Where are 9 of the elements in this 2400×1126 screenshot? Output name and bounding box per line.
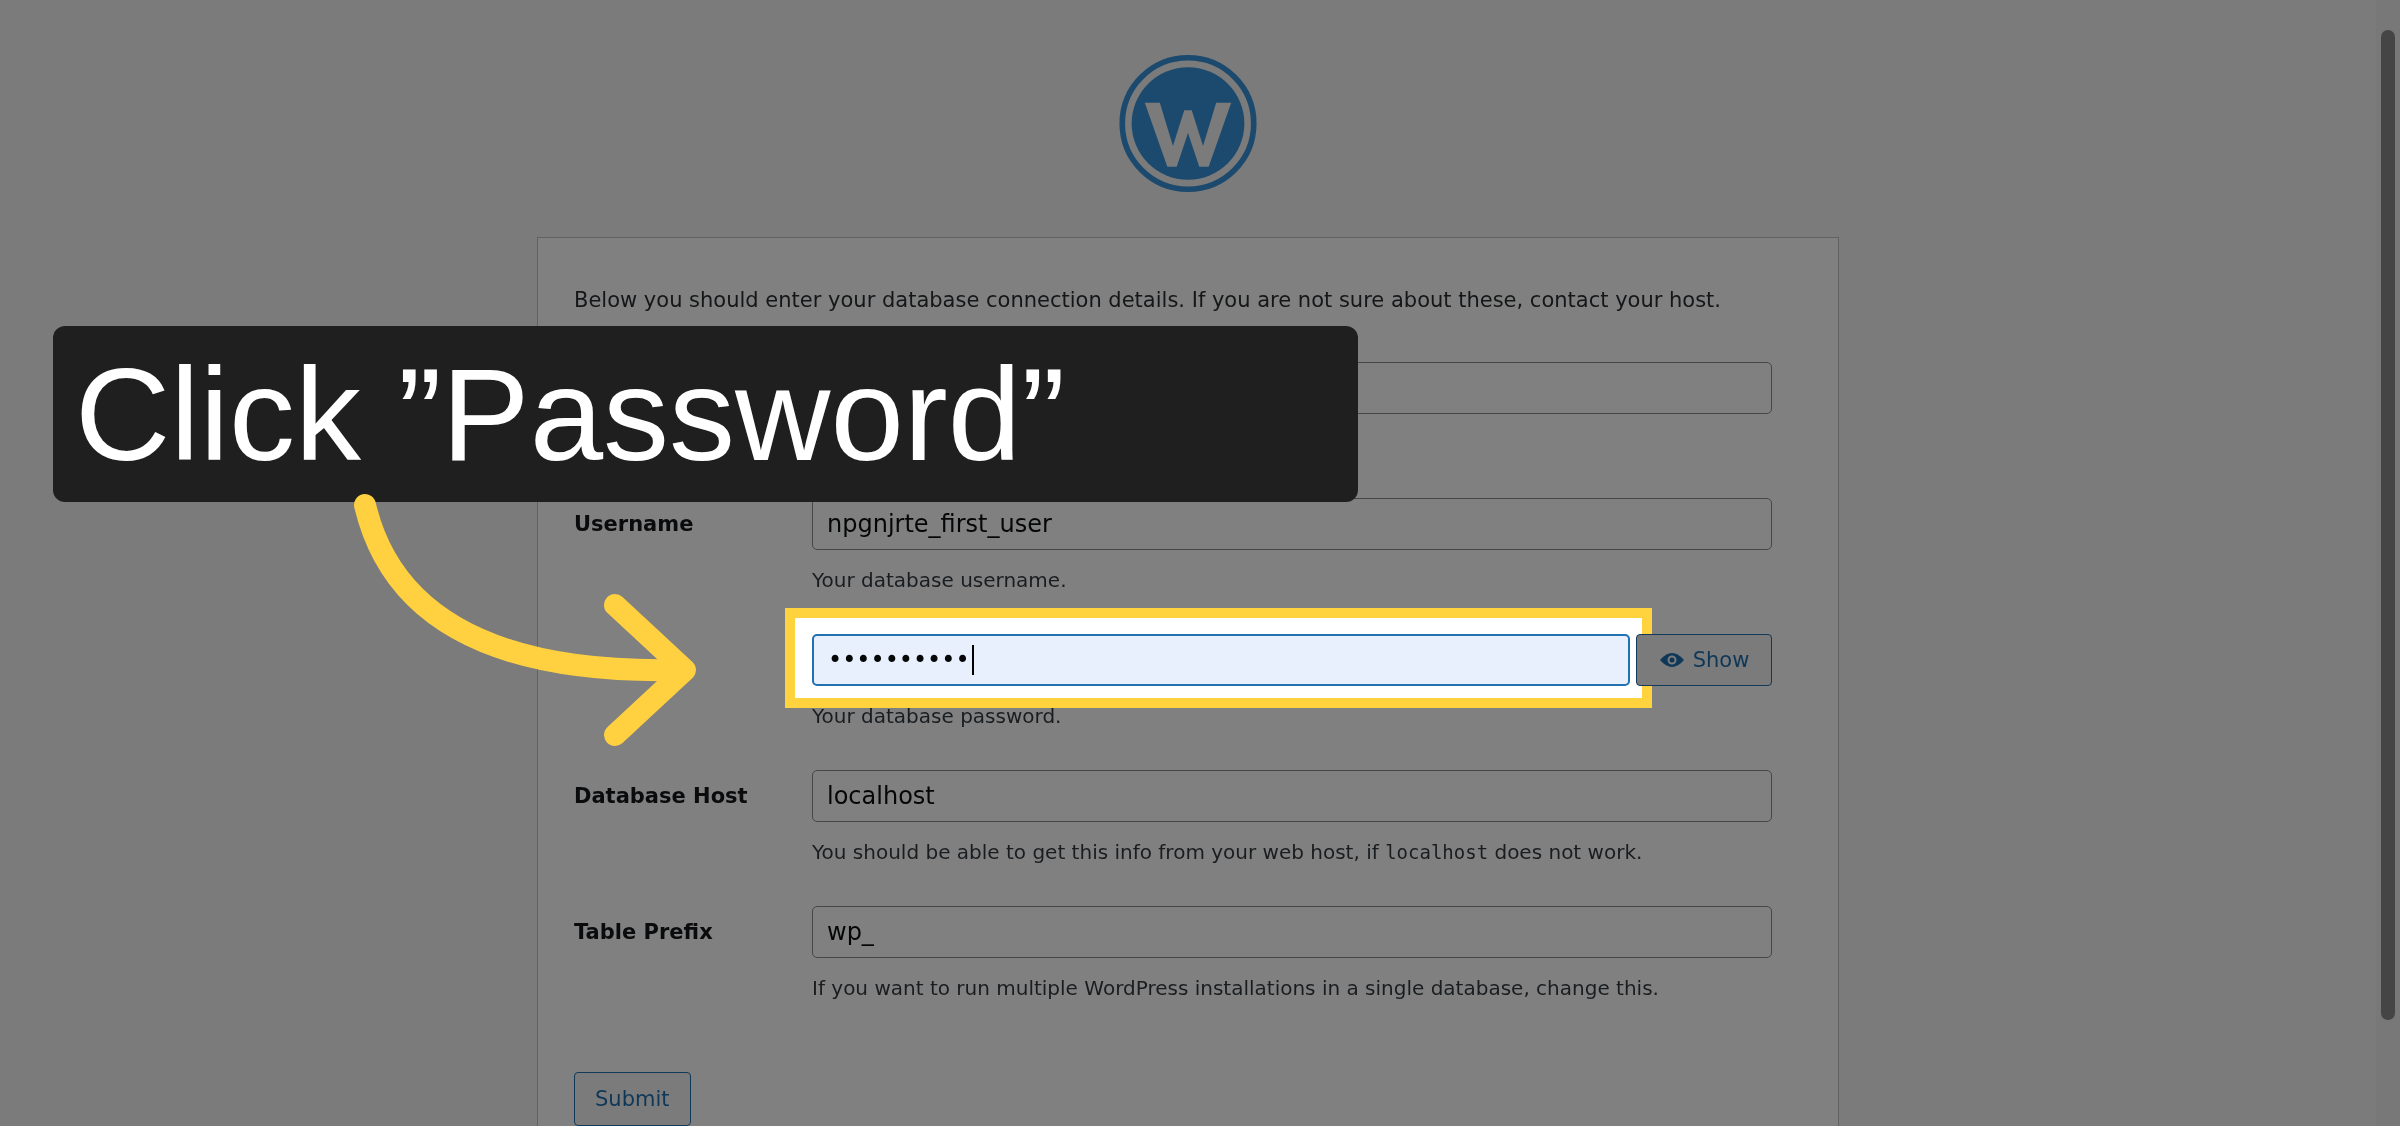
- field-label: Table Prefix: [574, 919, 714, 946]
- field-label: Database Host: [574, 783, 749, 810]
- field-label: Username: [574, 511, 695, 538]
- help-text: Your database username.: [812, 568, 1068, 592]
- callout-tooltip: Click ”Password”: [53, 326, 1358, 502]
- intro-text: Below you should enter your database connection details. If you are not sure about these, contact your host.: [574, 288, 1723, 312]
- help-text: If you want to run multiple WordPress installations in a single database, change this.: [812, 976, 1660, 1000]
- help-text: You should be able to get this info from your web host, if localhost does not work.: [812, 840, 1644, 864]
- help-text: Your database password.: [812, 704, 1063, 728]
